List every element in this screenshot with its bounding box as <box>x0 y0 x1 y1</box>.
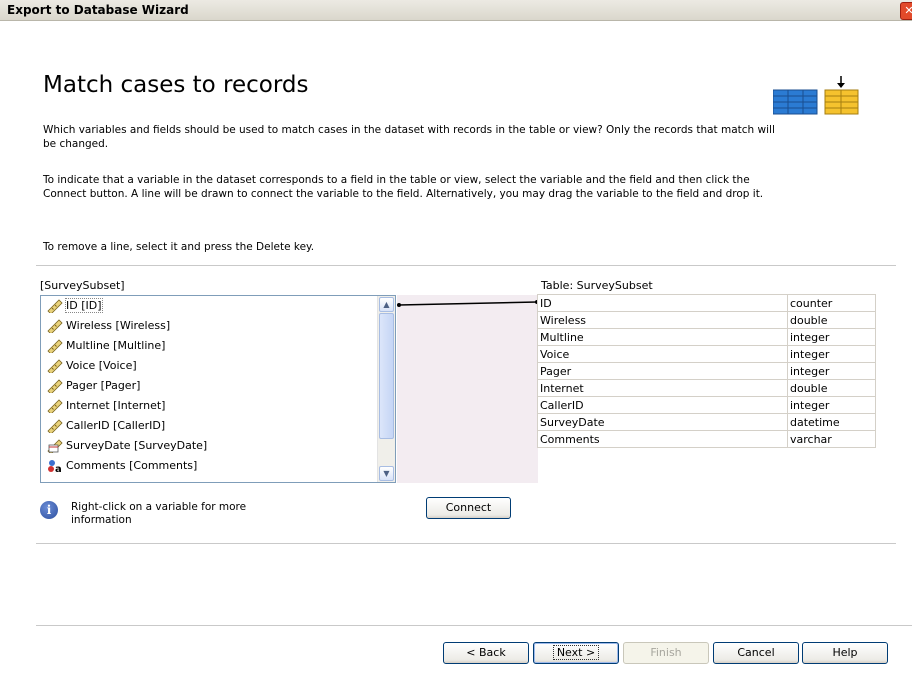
instruction-text-3: To remove a line, select it and press th… <box>43 241 315 253</box>
field-type: varchar <box>787 430 876 448</box>
date-icon <box>47 439 63 453</box>
list-item[interactable]: SurveyDate [SurveyDate] <box>47 437 207 455</box>
table-row[interactable]: Comments varchar <box>537 430 876 448</box>
title-bar: Export to Database Wizard ✕ <box>0 0 912 21</box>
list-item[interactable]: Internet [Internet] <box>47 397 165 415</box>
table-row[interactable]: Internet double <box>537 379 876 397</box>
cancel-button[interactable]: Cancel <box>713 642 799 664</box>
list-item[interactable]: Pager [Pager] <box>47 377 140 395</box>
table-row[interactable]: CallerID integer <box>537 396 876 414</box>
scroll-up-icon[interactable]: ▲ <box>379 297 394 312</box>
field-type: integer <box>787 396 876 414</box>
ruler-icon <box>47 419 63 433</box>
variable-list-scrollbar[interactable]: ▲ ▼ <box>377 296 395 482</box>
field-type: double <box>787 311 876 329</box>
connect-button[interactable]: Connect <box>426 497 511 519</box>
table-row[interactable]: Multline integer <box>537 328 876 346</box>
string-icon: a <box>48 460 62 473</box>
ruler-icon <box>47 319 63 333</box>
export-table-icon <box>773 76 859 115</box>
divider <box>36 265 896 266</box>
list-item[interactable]: Multline [Multline] <box>47 337 165 355</box>
field-name: SurveyDate <box>537 413 788 431</box>
back-button[interactable]: < Back <box>443 642 529 664</box>
field-name: Wireless <box>537 311 788 329</box>
page-title: Match cases to records <box>43 72 309 98</box>
list-item[interactable]: ID [ID] <box>47 297 103 315</box>
ruler-icon <box>47 379 63 393</box>
ruler-icon <box>47 359 63 373</box>
info-icon: i <box>40 501 58 519</box>
ruler-icon <box>47 399 63 413</box>
scroll-thumb[interactable] <box>379 313 394 439</box>
field-name: CallerID <box>537 396 788 414</box>
field-type: counter <box>787 294 876 312</box>
instruction-text-2: To indicate that a variable in the datas… <box>43 174 764 200</box>
list-item[interactable]: a Comments [Comments] <box>47 457 197 475</box>
window-title: Export to Database Wizard <box>7 3 189 17</box>
connection-area[interactable] <box>397 295 538 483</box>
info-text: Right-click on a variable for more infor… <box>71 501 247 526</box>
finish-button[interactable]: Finish <box>623 642 709 664</box>
field-name: ID <box>537 294 788 312</box>
field-name: Multline <box>537 328 788 346</box>
divider <box>36 625 912 626</box>
field-name: Voice <box>537 345 788 363</box>
ruler-icon <box>47 299 63 313</box>
next-button[interactable]: Next > <box>533 642 619 664</box>
field-type: double <box>787 379 876 397</box>
table-row[interactable]: Voice integer <box>537 345 876 363</box>
field-type: integer <box>787 362 876 380</box>
field-name: Internet <box>537 379 788 397</box>
table-row[interactable]: ID counter <box>537 294 876 312</box>
table-row[interactable]: Wireless double <box>537 311 876 329</box>
close-icon[interactable]: ✕ <box>900 2 912 20</box>
table-label: Table: SurveySubset <box>541 279 653 292</box>
field-type: integer <box>787 345 876 363</box>
svg-text:a: a <box>55 464 62 473</box>
field-name: Comments <box>537 430 788 448</box>
table-row[interactable]: SurveyDate datetime <box>537 413 876 431</box>
instruction-text-1: Which variables and fields should be use… <box>43 124 775 150</box>
list-item[interactable]: Wireless [Wireless] <box>47 317 170 335</box>
field-type: datetime <box>787 413 876 431</box>
table-row[interactable]: Pager integer <box>537 362 876 380</box>
divider <box>36 543 896 544</box>
connection-line[interactable] <box>397 295 538 483</box>
field-type: integer <box>787 328 876 346</box>
help-button[interactable]: Help <box>802 642 888 664</box>
list-item[interactable]: Voice [Voice] <box>47 357 137 375</box>
field-name: Pager <box>537 362 788 380</box>
field-table[interactable]: ID counter Wireless double Multline integer… <box>537 294 876 448</box>
list-item[interactable]: CallerID [CallerID] <box>47 417 165 435</box>
scroll-down-icon[interactable]: ▼ <box>379 466 394 481</box>
ruler-icon <box>47 339 63 353</box>
variable-list[interactable]: ID [ID] Wireless [Wireless] Multline [Mu… <box>40 295 396 483</box>
dataset-label: [SurveySubset] <box>40 279 125 292</box>
